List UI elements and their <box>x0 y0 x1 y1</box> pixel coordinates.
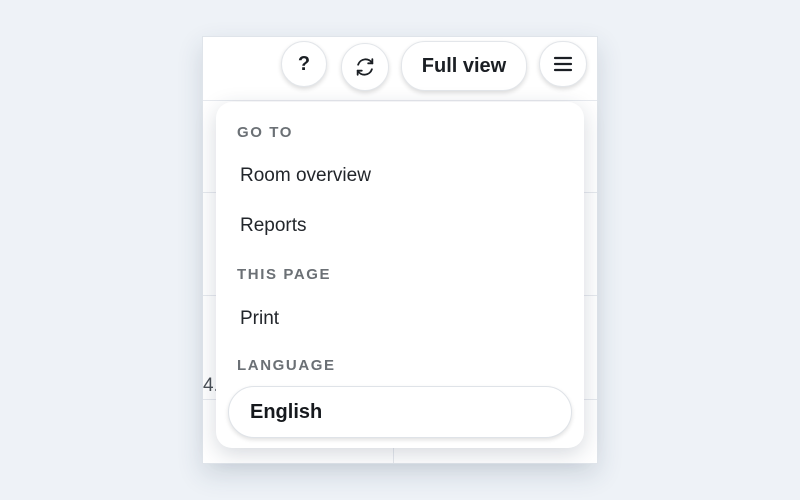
dropdown-menu: GO TO Room overview Reports THIS PAGE Pr… <box>216 102 584 448</box>
help-button[interactable]: ? <box>281 41 327 87</box>
refresh-button[interactable] <box>341 43 389 91</box>
menu-item-reports[interactable]: Reports <box>240 215 307 237</box>
section-title-language: LANGUAGE <box>237 357 336 374</box>
hamburger-menu-icon <box>553 56 573 72</box>
full-view-button[interactable]: Full view <box>401 41 527 91</box>
menu-button[interactable] <box>539 41 587 87</box>
language-select[interactable]: English <box>228 386 572 438</box>
menu-item-print[interactable]: Print <box>240 308 279 330</box>
refresh-icon <box>356 58 374 76</box>
section-title-go-to: GO TO <box>237 124 294 141</box>
section-title-this-page: THIS PAGE <box>237 266 332 283</box>
toolbar <box>203 37 597 101</box>
menu-item-room-overview[interactable]: Room overview <box>240 165 371 187</box>
